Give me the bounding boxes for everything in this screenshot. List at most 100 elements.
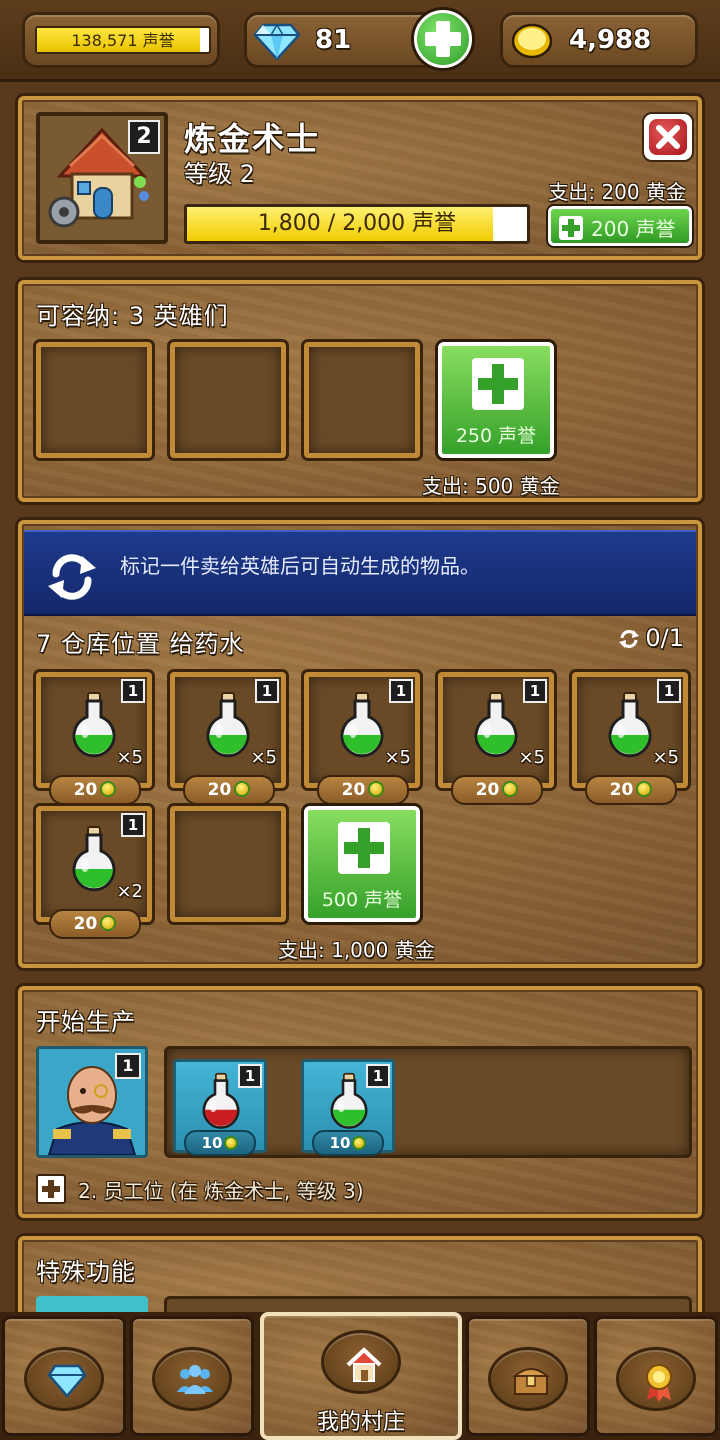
- plus-icon: [559, 216, 583, 240]
- gem-icon: [47, 1364, 87, 1398]
- item-price-tag: 20: [585, 775, 677, 805]
- item-price-tag: 20: [451, 775, 543, 805]
- storage-title: 7 仓库位置 给药水: [36, 630, 245, 658]
- resource-bar: 138,571 声誉 81 4,988: [0, 0, 720, 82]
- item-price: 20: [475, 780, 500, 800]
- item-price-tag: 10: [312, 1130, 384, 1156]
- production-queue: 1 10 1 10: [164, 1046, 692, 1158]
- storage-slot-potion[interactable]: 1 ×5 20: [304, 672, 420, 805]
- house-icon: [346, 1347, 382, 1382]
- potion-storage-panel: 标记一件卖给英雄后可自动生成的物品。 7 仓库位置 给药水 0/1 1 ×5 2…: [18, 520, 702, 968]
- gold-coin-icon: [100, 915, 117, 931]
- item-price: 10: [201, 1134, 223, 1152]
- plus-icon: [338, 822, 390, 874]
- item-price-tag: 20: [183, 775, 275, 805]
- item-price: 20: [73, 780, 98, 800]
- production-item-red-potion[interactable]: 1 10: [173, 1059, 267, 1156]
- add-hero-slot-cost: 支出: 500 黄金: [422, 474, 560, 498]
- hero-slot-empty[interactable]: [304, 342, 420, 458]
- gold-coin-icon: [511, 23, 553, 59]
- nav-gems-button[interactable]: [2, 1316, 126, 1436]
- close-button[interactable]: [642, 112, 694, 162]
- nav-village-label: 我的村庄: [316, 1410, 405, 1435]
- item-level-badge: 1: [389, 679, 413, 703]
- storage-slot-empty[interactable]: [170, 806, 286, 922]
- item-price-tag: 20: [317, 775, 409, 805]
- production-title: 开始生产: [36, 1008, 136, 1036]
- storage-slot-potion[interactable]: 1 ×5 20: [438, 672, 554, 805]
- heroes-icon: [177, 1365, 213, 1394]
- gold-coin-icon: [368, 781, 385, 797]
- gold-coin-icon: [636, 781, 653, 797]
- info-banner-text: 标记一件卖给英雄后可自动生成的物品。: [120, 554, 480, 578]
- gold-counter[interactable]: 4,988: [500, 12, 698, 68]
- green-potion-icon: [608, 692, 652, 758]
- add-storage-slot-button[interactable]: 500 声誉: [304, 806, 420, 922]
- add-storage-slot-cost: 支出: 1,000 黄金: [278, 938, 435, 962]
- nav-heroes-button[interactable]: [130, 1316, 254, 1436]
- item-price: 20: [73, 914, 98, 934]
- hero-slot-empty[interactable]: [36, 342, 152, 458]
- reputation-bar: 138,571 声誉: [35, 26, 211, 54]
- item-quantity: ×5: [652, 747, 679, 768]
- storage-slot-potion[interactable]: 1 ×5 20: [36, 672, 152, 805]
- hero-capacity-panel: 可容纳: 3 英雄们 250 声誉 支出: 500 黄金: [18, 280, 702, 502]
- reputation-value: 138,571 声誉: [71, 31, 175, 50]
- add-hero-slot-button[interactable]: 250 声誉: [438, 342, 554, 458]
- medal-icon: [646, 1364, 672, 1402]
- green-potion-icon: [340, 692, 384, 758]
- add-worker-label: 2. 员工位 (在 炼金术士, 等级 3): [78, 1178, 364, 1203]
- add-hero-slot-label: 250 声誉: [455, 425, 537, 447]
- auto-produce-count: 0/1: [645, 624, 684, 652]
- storage-slot-potion[interactable]: 1 ×5 20: [572, 672, 688, 805]
- production-panel: 开始生产 1 1 10 1 10 2. 员工位 (在 炼金术士, 等级 3): [18, 986, 702, 1218]
- hero-slot-empty[interactable]: [170, 342, 286, 458]
- item-price-tag: 10: [184, 1130, 256, 1156]
- storage-slot-potion[interactable]: 1 ×5 20: [170, 672, 286, 805]
- item-level-badge: 1: [238, 1064, 262, 1088]
- storage-slot-potion[interactable]: 1 ×2 20: [36, 806, 152, 939]
- gold-value: 4,988: [569, 25, 652, 55]
- nav-village-button[interactable]: 我的村庄: [260, 1312, 462, 1440]
- upgrade-button-label: 200 声誉: [591, 217, 676, 241]
- gold-coin-icon: [502, 781, 519, 797]
- item-level-badge: 1: [121, 679, 145, 703]
- add-storage-slot-label: 500 声誉: [321, 889, 403, 911]
- building-image: 2: [36, 112, 168, 244]
- building-level: 等级 2: [184, 160, 255, 188]
- plus-icon: [472, 358, 524, 410]
- item-price-tag: 20: [49, 775, 141, 805]
- nav-chest-button[interactable]: [466, 1316, 590, 1436]
- building-header-panel: 2 炼金术士 等级 2 支出: 200 黄金 1,800 / 2,000 声誉 …: [18, 96, 702, 260]
- upgrade-building-button[interactable]: 200 声誉: [548, 206, 692, 246]
- item-quantity: ×2: [116, 881, 143, 902]
- item-quantity: ×5: [518, 747, 545, 768]
- worker-portrait[interactable]: 1: [36, 1046, 148, 1158]
- item-price-tag: 20: [49, 909, 141, 939]
- item-price: 10: [329, 1134, 351, 1152]
- building-level-badge: 2: [128, 120, 160, 154]
- green-potion-icon: [72, 826, 116, 892]
- item-level-badge: 1: [366, 1064, 390, 1088]
- reputation-progress-bar: 1,800 / 2,000 声誉: [184, 204, 530, 244]
- item-quantity: ×5: [384, 747, 411, 768]
- auto-produce-counter: 0/1: [617, 624, 684, 652]
- production-item-green-potion[interactable]: 1 10: [301, 1059, 395, 1156]
- gold-coin-icon: [234, 781, 251, 797]
- item-level-badge: 1: [523, 679, 547, 703]
- info-banner: 标记一件卖给英雄后可自动生成的物品。: [24, 530, 696, 616]
- refresh-icon: [48, 554, 96, 600]
- green-potion-icon: [474, 692, 518, 758]
- add-gems-button[interactable]: [414, 10, 472, 68]
- nav-rewards-button[interactable]: [594, 1316, 718, 1436]
- special-features-title: 特殊功能: [36, 1258, 136, 1286]
- gold-coin-icon: [352, 1136, 367, 1150]
- close-icon: [656, 125, 680, 149]
- gold-coin-icon: [100, 781, 117, 797]
- add-worker-row[interactable]: 2. 员工位 (在 炼金术士, 等级 3): [36, 1174, 364, 1204]
- item-price: 20: [207, 780, 232, 800]
- chest-icon: [512, 1368, 550, 1395]
- hero-capacity-title: 可容纳: 3 英雄们: [36, 302, 229, 330]
- worker-level-badge: 1: [115, 1053, 141, 1079]
- reputation-meter[interactable]: 138,571 声誉: [22, 12, 220, 68]
